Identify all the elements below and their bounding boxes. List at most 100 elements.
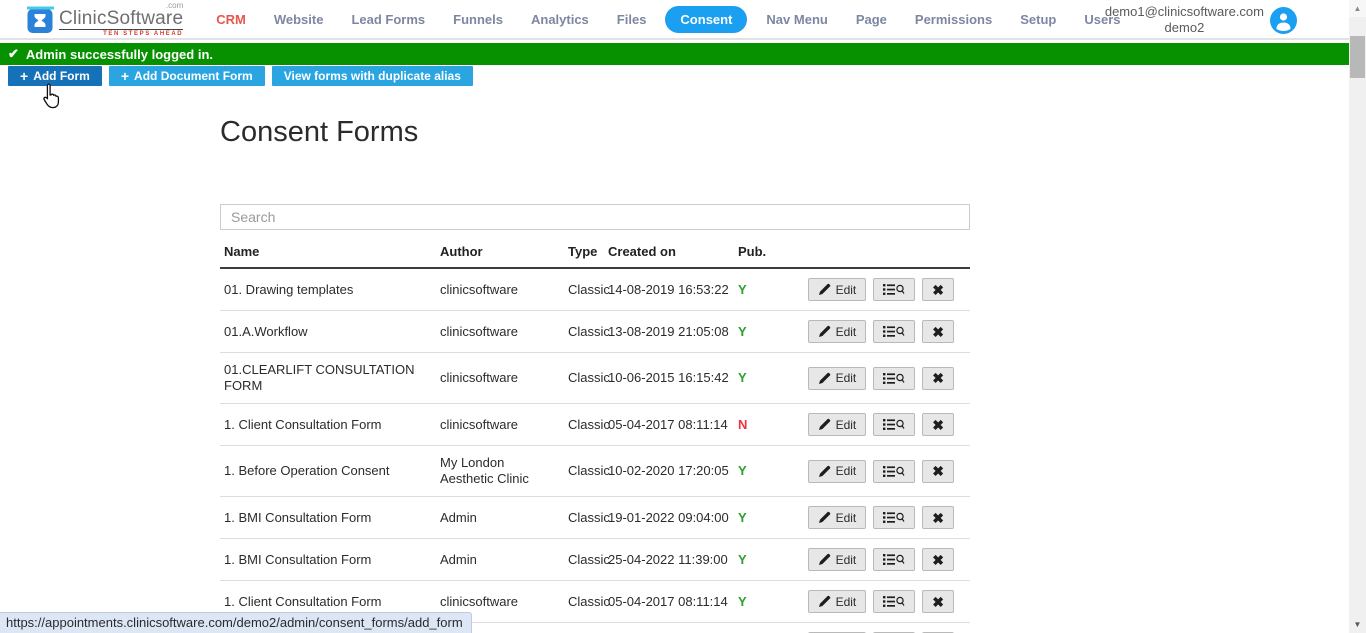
- list-search-icon: [883, 553, 905, 566]
- nav-item-crm[interactable]: CRM: [207, 8, 255, 31]
- list-search-button[interactable]: [873, 278, 915, 301]
- nav-item-website[interactable]: Website: [265, 8, 333, 31]
- cell-actions: Edit ✖: [794, 311, 970, 353]
- cell-pub-status: Y: [738, 268, 794, 311]
- x-icon: ✖: [932, 464, 944, 478]
- delete-button[interactable]: ✖: [922, 590, 954, 613]
- edit-button[interactable]: Edit: [808, 548, 867, 571]
- list-search-button[interactable]: [873, 413, 915, 436]
- logo-tagline: TEN STEPS AHEAD: [59, 29, 183, 37]
- delete-button[interactable]: ✖: [922, 367, 954, 390]
- nav-item-funnels[interactable]: Funnels: [444, 8, 512, 31]
- cell-created: 05-04-2017 08:11:14: [608, 404, 738, 446]
- scroll-up-arrow-icon[interactable]: ▲: [1349, 0, 1366, 17]
- add-document-form-button[interactable]: +Add Document Form: [109, 66, 265, 86]
- list-search-button[interactable]: [873, 548, 915, 571]
- delete-button[interactable]: ✖: [922, 278, 954, 301]
- table-row: 1. Client Consultation Formclinicsoftwar…: [220, 404, 970, 446]
- pencil-icon: [818, 325, 831, 338]
- user-box[interactable]: demo1@clinicsoftware.com demo2: [1105, 4, 1297, 36]
- user-info: demo1@clinicsoftware.com demo2: [1105, 4, 1264, 36]
- x-icon: ✖: [932, 371, 944, 385]
- success-banner-text: Admin successfully logged in.: [26, 47, 213, 62]
- nav-item-nav-menu[interactable]: Nav Menu: [757, 8, 836, 31]
- edit-button[interactable]: Edit: [808, 278, 867, 301]
- edit-button-label: Edit: [836, 511, 857, 525]
- list-search-button[interactable]: [873, 367, 915, 390]
- scroll-down-arrow-icon[interactable]: ▼: [1349, 616, 1366, 633]
- mouse-cursor: [38, 82, 62, 110]
- nav-item-analytics[interactable]: Analytics: [522, 8, 598, 31]
- x-icon: ✖: [932, 418, 944, 432]
- delete-button[interactable]: ✖: [922, 413, 954, 436]
- user-avatar-icon[interactable]: [1270, 7, 1297, 34]
- cell-pub-status: Y: [738, 311, 794, 353]
- cell-name: 01. Drawing templates: [220, 268, 440, 311]
- view-forms-with-duplicate-alias-button[interactable]: View forms with duplicate alias: [272, 66, 473, 86]
- edit-button[interactable]: Edit: [808, 506, 867, 529]
- edit-button[interactable]: Edit: [808, 460, 867, 483]
- clinicsoftware-logo[interactable]: .com ClinicSoftware TEN STEPS AHEAD: [27, 2, 183, 37]
- button-label: Add Document Form: [134, 69, 253, 83]
- table-row: 01.A.WorkflowclinicsoftwareClassic13-08-…: [220, 311, 970, 353]
- cell-type: Classic: [568, 497, 608, 539]
- delete-button[interactable]: ✖: [922, 506, 954, 529]
- cell-type: Classic: [568, 623, 608, 633]
- nav-item-permissions[interactable]: Permissions: [906, 8, 1001, 31]
- search-input[interactable]: [220, 204, 970, 230]
- nav-item-setup[interactable]: Setup: [1011, 8, 1065, 31]
- edit-button-label: Edit: [836, 418, 857, 432]
- hourglass-logo-icon: [27, 6, 54, 34]
- cell-pub-status: Y: [738, 497, 794, 539]
- cell-type: Classic: [568, 446, 608, 497]
- list-search-button[interactable]: [873, 320, 915, 343]
- scrollbar-thumb[interactable]: [1350, 36, 1365, 78]
- x-icon: ✖: [932, 595, 944, 609]
- pencil-icon: [818, 283, 831, 296]
- vertical-scrollbar[interactable]: ▲ ▼: [1349, 0, 1366, 633]
- nav-item-lead-forms[interactable]: Lead Forms: [342, 8, 434, 31]
- list-search-button[interactable]: [873, 460, 915, 483]
- cell-actions: Edit ✖: [794, 581, 970, 623]
- logo-brand: ClinicSoftware: [59, 9, 183, 28]
- delete-button[interactable]: ✖: [922, 460, 954, 483]
- edit-button[interactable]: Edit: [808, 320, 867, 343]
- table-row: 1. Before Operation ConsentMy London Aes…: [220, 446, 970, 497]
- col-header-type: Type: [568, 238, 608, 268]
- list-search-button[interactable]: [873, 590, 915, 613]
- nav-item-consent[interactable]: Consent: [665, 6, 747, 33]
- table-row: 1. BMI Consultation FormAdminClassic25-0…: [220, 539, 970, 581]
- list-search-icon: [883, 465, 905, 478]
- edit-button[interactable]: Edit: [808, 367, 867, 390]
- list-search-button[interactable]: [873, 506, 915, 529]
- nav-item-page[interactable]: Page: [847, 8, 896, 31]
- cell-actions: Edit ✖: [794, 446, 970, 497]
- table-row: 1. BMI Consultation FormAdminClassic19-0…: [220, 497, 970, 539]
- cell-pub-status: Y: [738, 353, 794, 404]
- cell-type: Classic: [568, 404, 608, 446]
- cell-name: 01.CLEARLIFT CONSULTATION FORM: [220, 353, 440, 404]
- edit-button-label: Edit: [836, 371, 857, 385]
- edit-button[interactable]: Edit: [808, 590, 867, 613]
- edit-button[interactable]: Edit: [808, 413, 867, 436]
- cell-pub-status: N: [738, 404, 794, 446]
- pencil-icon: [818, 372, 831, 385]
- app-window: .com ClinicSoftware TEN STEPS AHEAD CRM W…: [0, 0, 1366, 633]
- status-url-bar: https://appointments.clinicsoftware.com/…: [0, 612, 472, 633]
- cell-pub-status: Y: [738, 623, 794, 633]
- cell-created: 25-04-2022 11:39:00: [608, 539, 738, 581]
- col-header-author: Author: [440, 238, 568, 268]
- delete-button[interactable]: ✖: [922, 548, 954, 571]
- edit-button-label: Edit: [836, 553, 857, 567]
- add-form-button[interactable]: +Add Form: [8, 66, 102, 86]
- list-search-icon: [883, 283, 905, 296]
- cell-actions: Edit ✖: [794, 353, 970, 404]
- cell-author: Admin: [440, 497, 568, 539]
- cell-created: 09-07-2018 18:16:33: [608, 623, 738, 633]
- nav-item-files[interactable]: Files: [608, 8, 656, 31]
- pencil-icon: [818, 511, 831, 524]
- consent-forms-table: Name Author Type Created on Pub. 01. Dra…: [220, 238, 970, 633]
- status-url-text: https://appointments.clinicsoftware.com/…: [6, 615, 463, 630]
- list-search-icon: [883, 372, 905, 385]
- delete-button[interactable]: ✖: [922, 320, 954, 343]
